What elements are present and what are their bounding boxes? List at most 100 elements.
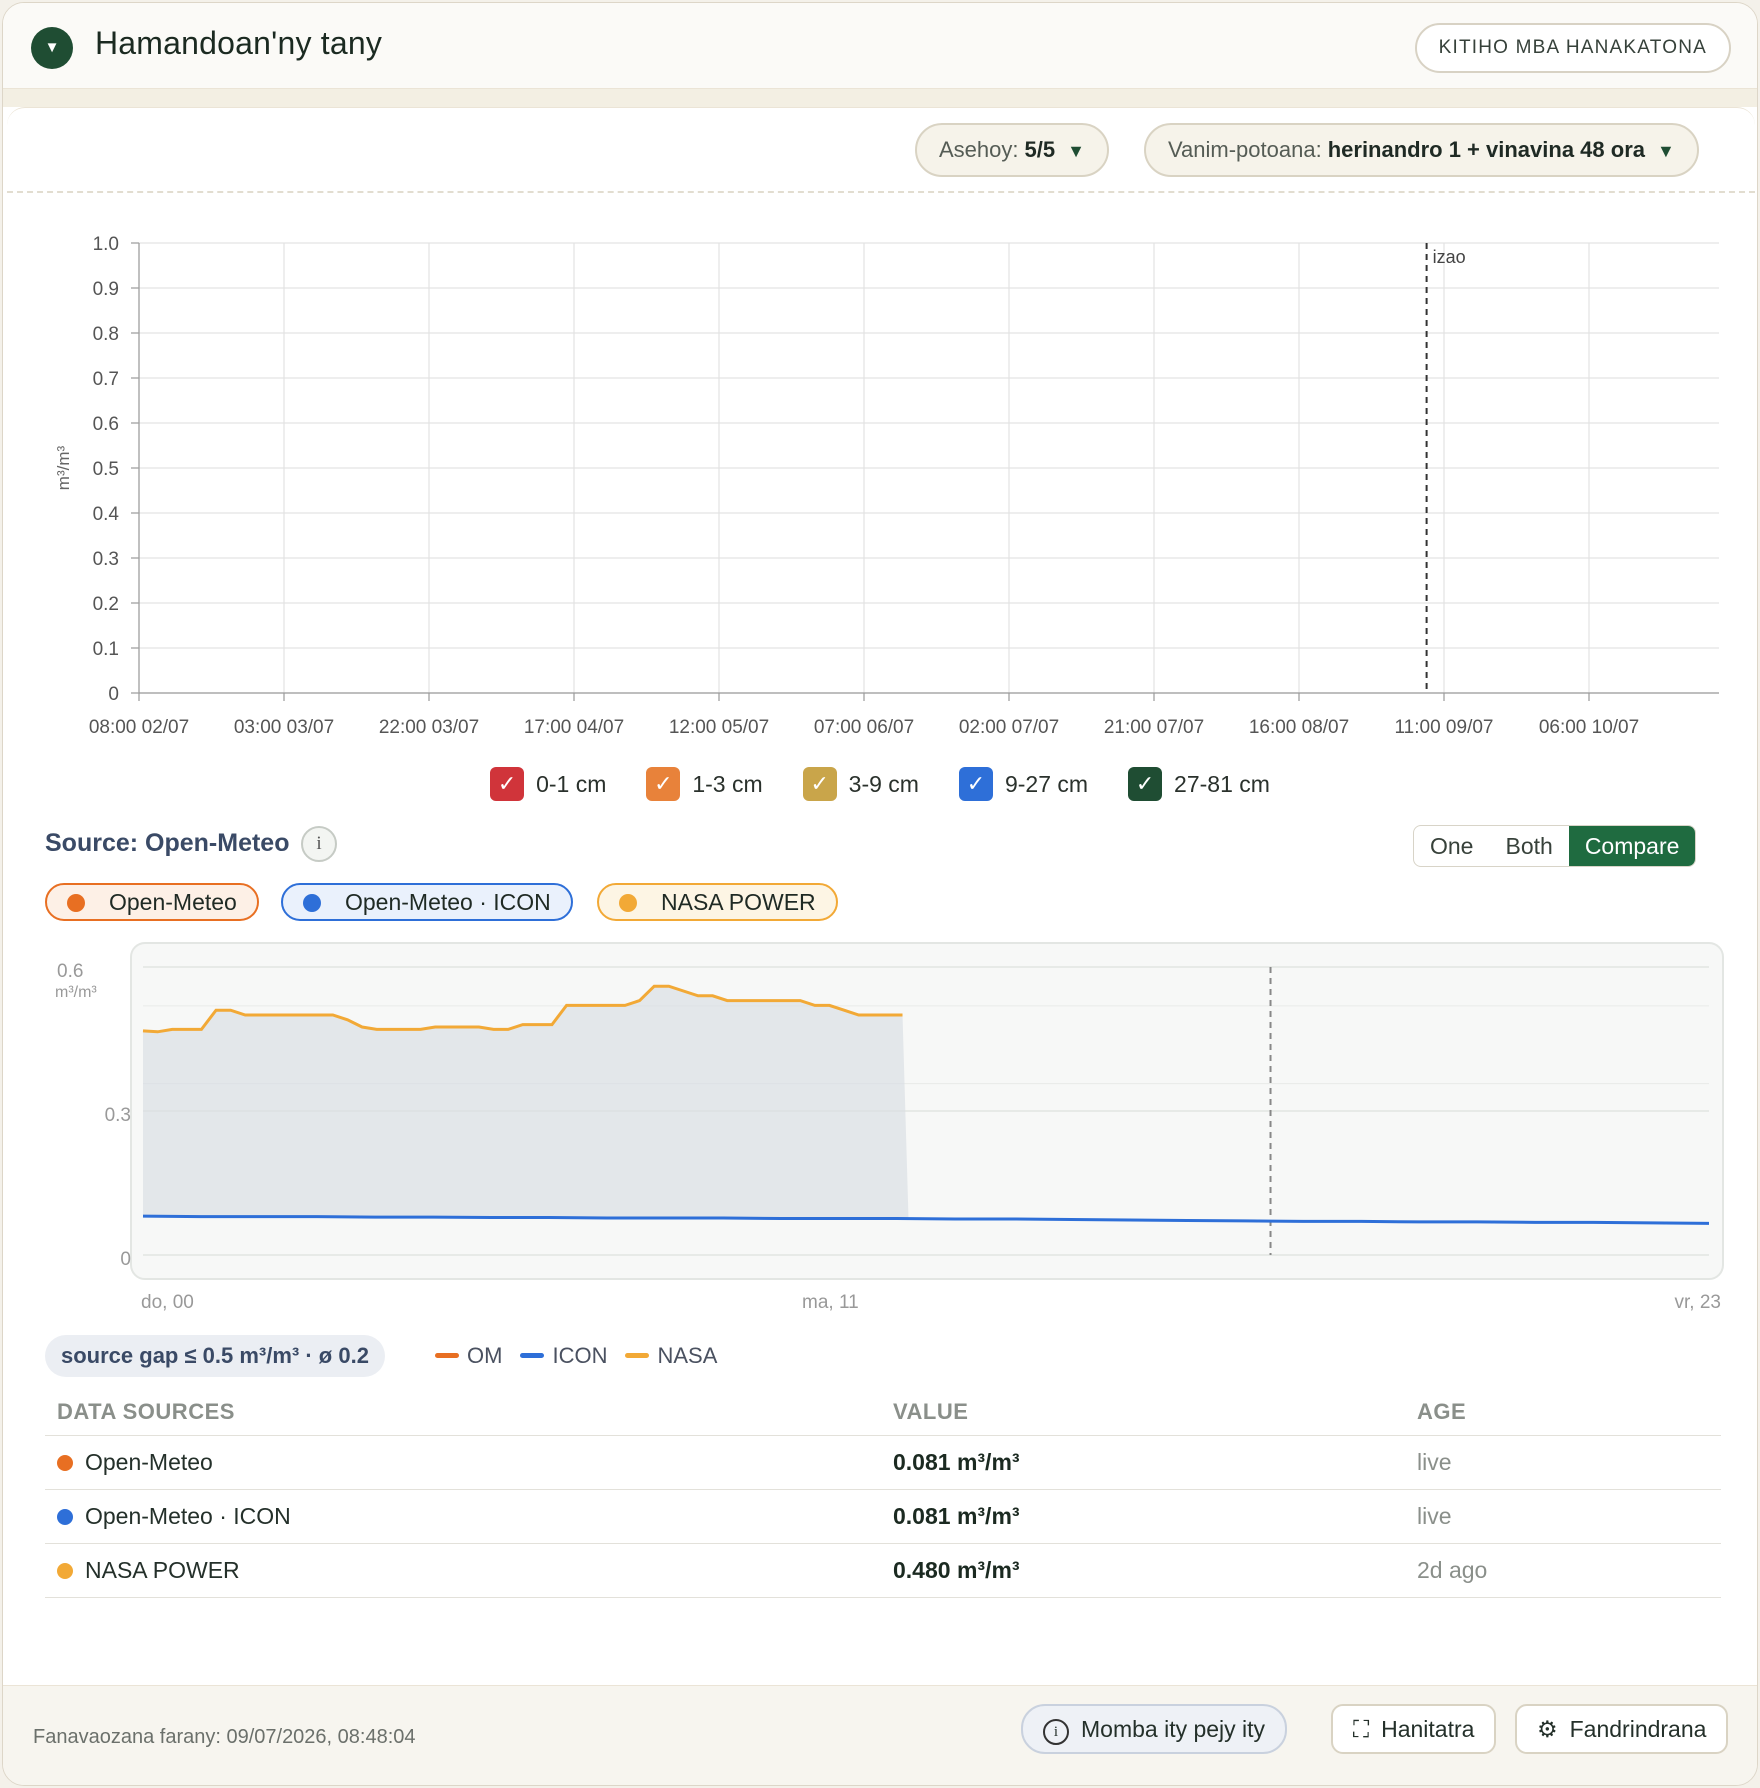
y-tick-label: 0 — [120, 1249, 131, 1270]
y-tick-label: 0.3 — [105, 1105, 131, 1126]
source-value-cell: 0.081 m³/m³ — [881, 1489, 1405, 1544]
x-tick-label: do, 00 — [141, 1292, 194, 1313]
check-icon: ✓ — [1128, 767, 1163, 801]
card-header: ▼ Hamandoan'ny tany KITIHO MBA HANAKATON… — [3, 3, 1757, 89]
legend-swatch — [435, 1353, 459, 1358]
y-tick-label: 0 — [108, 684, 119, 705]
layers-filter-dropdown[interactable]: Asehoy: 5/5 ▼ — [915, 123, 1109, 177]
depth-label: 9-27 cm — [1004, 770, 1089, 797]
source-gap-badge: source gap ≤ 0.5 m³/m³ · ø 0.2 — [45, 1335, 385, 1377]
time-range-value: herinandro 1 + vinavina 48 ora — [1327, 137, 1645, 162]
source-chip-label: Open-Meteo — [109, 889, 237, 915]
source-name-cell: Open-Meteo — [45, 1435, 881, 1490]
view-mode-toggle: One Both Compare — [1413, 825, 1697, 867]
legend-swatch — [520, 1353, 545, 1358]
x-tick-label: 22:00 03/07 — [379, 717, 479, 738]
caret-down-icon: ▼ — [1067, 141, 1085, 161]
source-name: Open-Meteo · ICON — [85, 1503, 291, 1529]
x-tick-label: ma, 11 — [802, 1292, 859, 1313]
card-title: Hamandoan'ny tany — [95, 25, 383, 61]
mode-one-button[interactable]: One — [1414, 826, 1489, 866]
data-sources-table: DATA SOURCES VALUE AGE Open-Meteo 0.081 m… — [45, 1393, 1721, 1598]
view-toggle-button[interactable]: KITIHO MBA HANAKATONA — [1414, 23, 1731, 73]
y-axis-label: m³/m³ — [54, 445, 73, 490]
depth-toggle-27-81-cm[interactable]: ✓ 27-81 cm — [1128, 767, 1270, 801]
source-color-dot — [67, 894, 85, 912]
source-chip-1[interactable]: Open-Meteo · ICON — [281, 883, 573, 921]
y-tick-label: 0.6 — [57, 961, 83, 982]
source-color-dot — [57, 1455, 73, 1471]
depth-toggle-9-27-cm[interactable]: ✓ 9-27 cm — [958, 767, 1089, 801]
source-chip-2[interactable]: NASA POWER — [597, 883, 838, 921]
source-name: NASA POWER — [85, 1557, 240, 1583]
legend-swatch — [625, 1353, 650, 1358]
compare-legend: OM ICON NASA — [435, 1343, 735, 1369]
depth-label: 3-9 cm — [848, 770, 919, 797]
x-tick-label: 17:00 04/07 — [524, 717, 624, 738]
about-page-button[interactable]: i Momba ity pejy ity — [1021, 1704, 1288, 1754]
mode-compare-button[interactable]: Compare — [1568, 826, 1696, 866]
x-tick-label: 12:00 05/07 — [669, 717, 769, 738]
source-color-dot — [57, 1563, 73, 1579]
legend-label: NASA — [657, 1343, 718, 1368]
layers-filter-label: Asehoy: — [939, 137, 1019, 162]
x-tick-label: 08:00 02/07 — [89, 717, 189, 738]
column-header-age: AGE — [1405, 1393, 1721, 1436]
y-axis-unit: m³/m³ — [55, 984, 97, 1001]
now-marker-label: izao — [1433, 247, 1466, 267]
depth-toggle-0-1-cm[interactable]: ✓ 0-1 cm — [490, 767, 606, 801]
legend-label: OM — [467, 1343, 503, 1368]
gear-icon: ⚙ — [1537, 1716, 1558, 1742]
source-name-cell: NASA POWER — [45, 1543, 881, 1598]
settings-button[interactable]: ⚙ Fandrindrana — [1515, 1704, 1729, 1754]
table-row: Open-Meteo · ICON 0.081 m³/m³ live — [45, 1489, 1721, 1544]
y-tick-label: 0.7 — [93, 369, 119, 390]
source-name: Open-Meteo — [85, 1449, 213, 1475]
source-title: Source: Open-Meteo — [45, 829, 290, 857]
x-tick-label: 11:00 09/07 — [1395, 717, 1494, 738]
x-tick-label: 02:00 07/07 — [959, 717, 1059, 738]
layers-filter-value: 5/5 — [1024, 137, 1056, 162]
column-header-value: VALUE — [881, 1393, 1405, 1436]
fullscreen-button[interactable]: ⛶ Hanitatra — [1331, 1704, 1497, 1754]
last-updated-text: Fanavaozana farany: 09/07/2026, 08:48:04 — [33, 1726, 416, 1748]
chevron-down-icon[interactable]: ▼ — [31, 27, 73, 69]
y-tick-label: 0.3 — [93, 549, 119, 570]
legend-label: ICON — [552, 1343, 608, 1368]
y-tick-label: 0.2 — [93, 594, 119, 615]
section-divider — [7, 191, 1755, 193]
table-row: NASA POWER 0.480 m³/m³ 2d ago — [45, 1543, 1721, 1598]
check-icon: ✓ — [802, 767, 837, 801]
source-age-cell: live — [1405, 1435, 1721, 1490]
mode-both-button[interactable]: Both — [1489, 826, 1568, 866]
x-tick-label: 21:00 07/07 — [1104, 717, 1204, 738]
expand-icon: ⛶ — [1353, 1716, 1370, 1742]
fullscreen-label: Hanitatra — [1381, 1716, 1475, 1742]
about-page-label: Momba ity pejy ity — [1081, 1716, 1266, 1742]
legend-item-icon: ICON — [520, 1343, 607, 1368]
info-icon[interactable]: i — [301, 826, 337, 862]
soil-moisture-depth-chart: 0 0.1 0.2 0.3 0.4 0.5 0.6 0.7 0.8 0.9 1.0 08:00 02/… — [54, 234, 1719, 738]
depth-legend: ✓ 0-1 cm ✓ 1-3 cm ✓ 3-9 cm ✓ 9-27 cm ✓ 27-81 cm — [3, 767, 1757, 801]
depth-toggle-3-9-cm[interactable]: ✓ 3-9 cm — [802, 767, 919, 801]
source-chip-0[interactable]: Open-Meteo — [45, 883, 259, 921]
time-range-dropdown[interactable]: Vanim-potoana: herinandro 1 + vinavina 48… — [1144, 123, 1699, 177]
x-tick-label: 03:00 03/07 — [234, 717, 334, 738]
source-compare-chart: 0 0.3 0.6 m³/m³ do, 00 ma, 11 vr, 23 — [55, 942, 1724, 1313]
depth-label: 0-1 cm — [536, 770, 607, 797]
y-tick-label: 0.4 — [93, 504, 120, 525]
check-icon: ✓ — [958, 767, 993, 801]
source-chip-label: Open-Meteo · ICON — [345, 889, 551, 915]
x-tick-label: 06:00 10/07 — [1539, 717, 1639, 738]
time-range-label: Vanim-potoana: — [1168, 137, 1322, 162]
y-tick-label: 0.6 — [93, 414, 119, 435]
table-row: Open-Meteo 0.081 m³/m³ live — [45, 1435, 1721, 1490]
legend-item-om: OM — [435, 1343, 502, 1368]
caret-down-icon: ▼ — [1657, 141, 1675, 161]
soil-moisture-card: ▼ Hamandoan'ny tany KITIHO MBA HANAKATON… — [2, 2, 1758, 1786]
header-divider — [3, 89, 1757, 107]
info-icon: i — [1043, 1719, 1069, 1745]
depth-toggle-1-3-cm[interactable]: ✓ 1-3 cm — [646, 767, 763, 801]
legend-item-nasa: NASA — [625, 1343, 717, 1368]
source-value-cell: 0.081 m³/m³ — [881, 1435, 1405, 1490]
